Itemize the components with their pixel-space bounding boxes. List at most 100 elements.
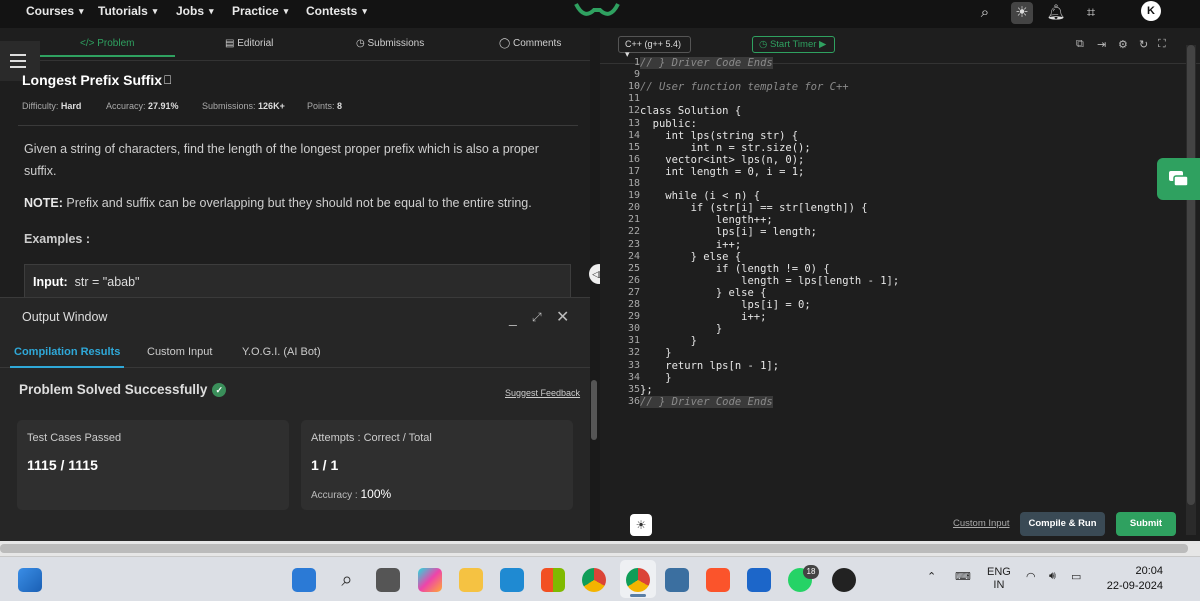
code-icon: </> <box>80 38 98 49</box>
wifi-icon[interactable]: ◠ <box>1026 570 1036 583</box>
wordpress-icon[interactable] <box>832 568 856 592</box>
tab-compilation-results[interactable]: Compilation Results <box>9 346 125 368</box>
fullscreen-icon[interactable]: ⛶ <box>1158 38 1166 51</box>
code-line[interactable]: // User function template for C++ <box>640 81 849 93</box>
nav-courses[interactable]: Courses ▾ <box>26 4 84 18</box>
mail-icon[interactable] <box>747 568 771 592</box>
code-line[interactable]: // } Driver Code Ends <box>640 395 773 408</box>
code-line[interactable]: length = lps[length - 1]; <box>640 275 899 287</box>
code-line[interactable]: int lps(string str) { <box>640 130 798 142</box>
windows-start-icon[interactable] <box>292 568 316 592</box>
code-line[interactable]: } <box>640 335 697 347</box>
code-line[interactable]: vector<int> lps(n, 0); <box>640 154 804 166</box>
store-icon[interactable] <box>541 568 565 592</box>
nav-jobs[interactable]: Jobs ▾ <box>176 4 214 18</box>
code-line[interactable]: int length = 0, i = 1; <box>640 166 804 178</box>
copy-icon[interactable]: ⧉ <box>1076 38 1084 51</box>
settings-icon[interactable]: ⚙ <box>1118 38 1128 51</box>
bookmark-icon[interactable]: ⎕ <box>164 73 171 88</box>
nav-contests[interactable]: Contests ▾ <box>306 4 367 18</box>
copilot-icon[interactable] <box>418 568 442 592</box>
expand-icon[interactable]: ⤢ <box>532 310 542 325</box>
accuracy-result: Accuracy : 100% <box>311 487 392 501</box>
compile-run-button[interactable]: Compile & Run <box>1020 512 1105 536</box>
custom-input-link[interactable]: Custom Input <box>953 518 1010 529</box>
volume-icon[interactable]: 🔊︎ <box>1049 570 1056 583</box>
divider <box>18 125 578 126</box>
code-line[interactable]: i++; <box>640 311 766 323</box>
chevron-down-icon: ▾ <box>79 5 84 16</box>
nav-practice[interactable]: Practice ▾ <box>232 4 288 18</box>
line-number: 36 <box>627 395 640 407</box>
reset-icon[interactable]: ↻ <box>1139 38 1148 51</box>
code-line[interactable]: if (str[i] == str[length]) { <box>640 202 868 214</box>
tab-yogi-bot[interactable]: Y.O.G.I. (AI Bot) <box>242 346 321 358</box>
close-icon[interactable]: ✕ <box>556 307 569 327</box>
editor-panel: C++ (g++ 5.4) ▾ ◷ Start Timer ▶ ⧉ ⇥ ⚙ ↻ … <box>600 28 1200 541</box>
chat-icon[interactable] <box>1157 158 1200 200</box>
theme-toggle-icon[interactable]: ☀ <box>1011 2 1033 24</box>
problem-note: NOTE: Prefix and suffix can be overlappi… <box>24 196 532 210</box>
page-scrollbar[interactable] <box>0 541 1200 556</box>
avatar[interactable]: K <box>1141 1 1161 21</box>
widgets-icon[interactable] <box>18 568 42 592</box>
code-line[interactable]: } <box>640 323 722 335</box>
clock[interactable]: 20:04 22-09-2024 <box>1103 564 1163 594</box>
chrome-profile-icon[interactable] <box>626 568 650 592</box>
line-number: 32 <box>627 347 640 359</box>
language-select[interactable]: C++ (g++ 5.4) ▾ <box>618 36 691 59</box>
line-number: 29 <box>627 311 640 323</box>
tab-submissions[interactable]: ◷ Submissions <box>356 38 424 49</box>
code-line[interactable]: } else { <box>640 287 767 299</box>
chevron-down-icon: ▾ <box>152 5 158 16</box>
search-icon[interactable]: ⌕ <box>335 568 359 592</box>
code-line[interactable]: i++; <box>640 239 741 251</box>
code-line[interactable]: class Solution { <box>640 105 741 117</box>
code-line[interactable]: } else { <box>640 251 742 263</box>
tab-problem[interactable]: </> Problem <box>40 38 174 57</box>
code-line[interactable]: } <box>640 372 671 384</box>
brave-icon[interactable] <box>706 568 730 592</box>
search-icon[interactable]: ⌕ <box>974 2 996 24</box>
code-line[interactable]: if (length != 0) { <box>640 263 830 275</box>
chrome-icon[interactable] <box>582 568 606 592</box>
chevron-down-icon: ▾ <box>209 5 214 16</box>
battery-icon[interactable]: ▭ <box>1071 570 1081 583</box>
line-number: 27 <box>627 286 640 298</box>
language-indicator[interactable]: ENG IN <box>987 566 1011 592</box>
nav-tutorials[interactable]: Tutorials ▾ <box>98 4 157 18</box>
code-line[interactable]: while (i < n) { <box>640 190 760 202</box>
keyboard-icon[interactable]: ⌨ <box>955 570 971 583</box>
gfg-logo-icon[interactable] <box>572 0 622 20</box>
code-line[interactable]: return lps[n - 1]; <box>640 360 779 372</box>
bell-icon[interactable]: 🔔︎ <box>1045 2 1067 24</box>
lightbulb-icon[interactable]: ☀ <box>630 514 652 536</box>
chevron-up-icon[interactable]: ⌃ <box>927 570 936 583</box>
task-manager-icon[interactable] <box>665 568 689 592</box>
line-number: 13 <box>627 117 640 129</box>
code-line[interactable]: int n = str.size(); <box>640 142 811 154</box>
start-timer-button[interactable]: ◷ Start Timer ▶ <box>752 36 835 53</box>
translate-icon[interactable]: ⌗ <box>1080 2 1102 24</box>
file-explorer-icon[interactable] <box>459 568 483 592</box>
tab-comments[interactable]: ◯ Comments <box>499 38 561 49</box>
code-line[interactable]: public: <box>640 118 697 130</box>
task-view-icon[interactable] <box>376 568 400 592</box>
tab-custom-input[interactable]: Custom Input <box>147 346 212 358</box>
line-number: 12 <box>627 105 640 117</box>
editor-scrollbar[interactable] <box>1186 45 1196 535</box>
code-line[interactable]: lps[i] = length; <box>640 226 817 238</box>
code-line[interactable]: } <box>640 347 671 359</box>
code-line[interactable]: lps[i] = 0; <box>640 299 811 311</box>
panel-divider[interactable] <box>590 28 600 541</box>
tab-editorial[interactable]: ▤ Editorial <box>225 38 273 49</box>
suggest-feedback-link[interactable]: Suggest Feedback <box>505 388 580 398</box>
submit-button[interactable]: Submit <box>1116 512 1176 536</box>
minimize-icon[interactable]: _ <box>509 310 517 326</box>
export-icon[interactable]: ⇥ <box>1097 38 1106 51</box>
code-line[interactable]: length++; <box>640 214 773 226</box>
code-line[interactable]: }; <box>640 384 653 396</box>
code-line[interactable]: // } Driver Code Ends <box>640 57 773 69</box>
vscode-icon[interactable] <box>500 568 524 592</box>
output-scrollbar[interactable] <box>591 380 597 440</box>
